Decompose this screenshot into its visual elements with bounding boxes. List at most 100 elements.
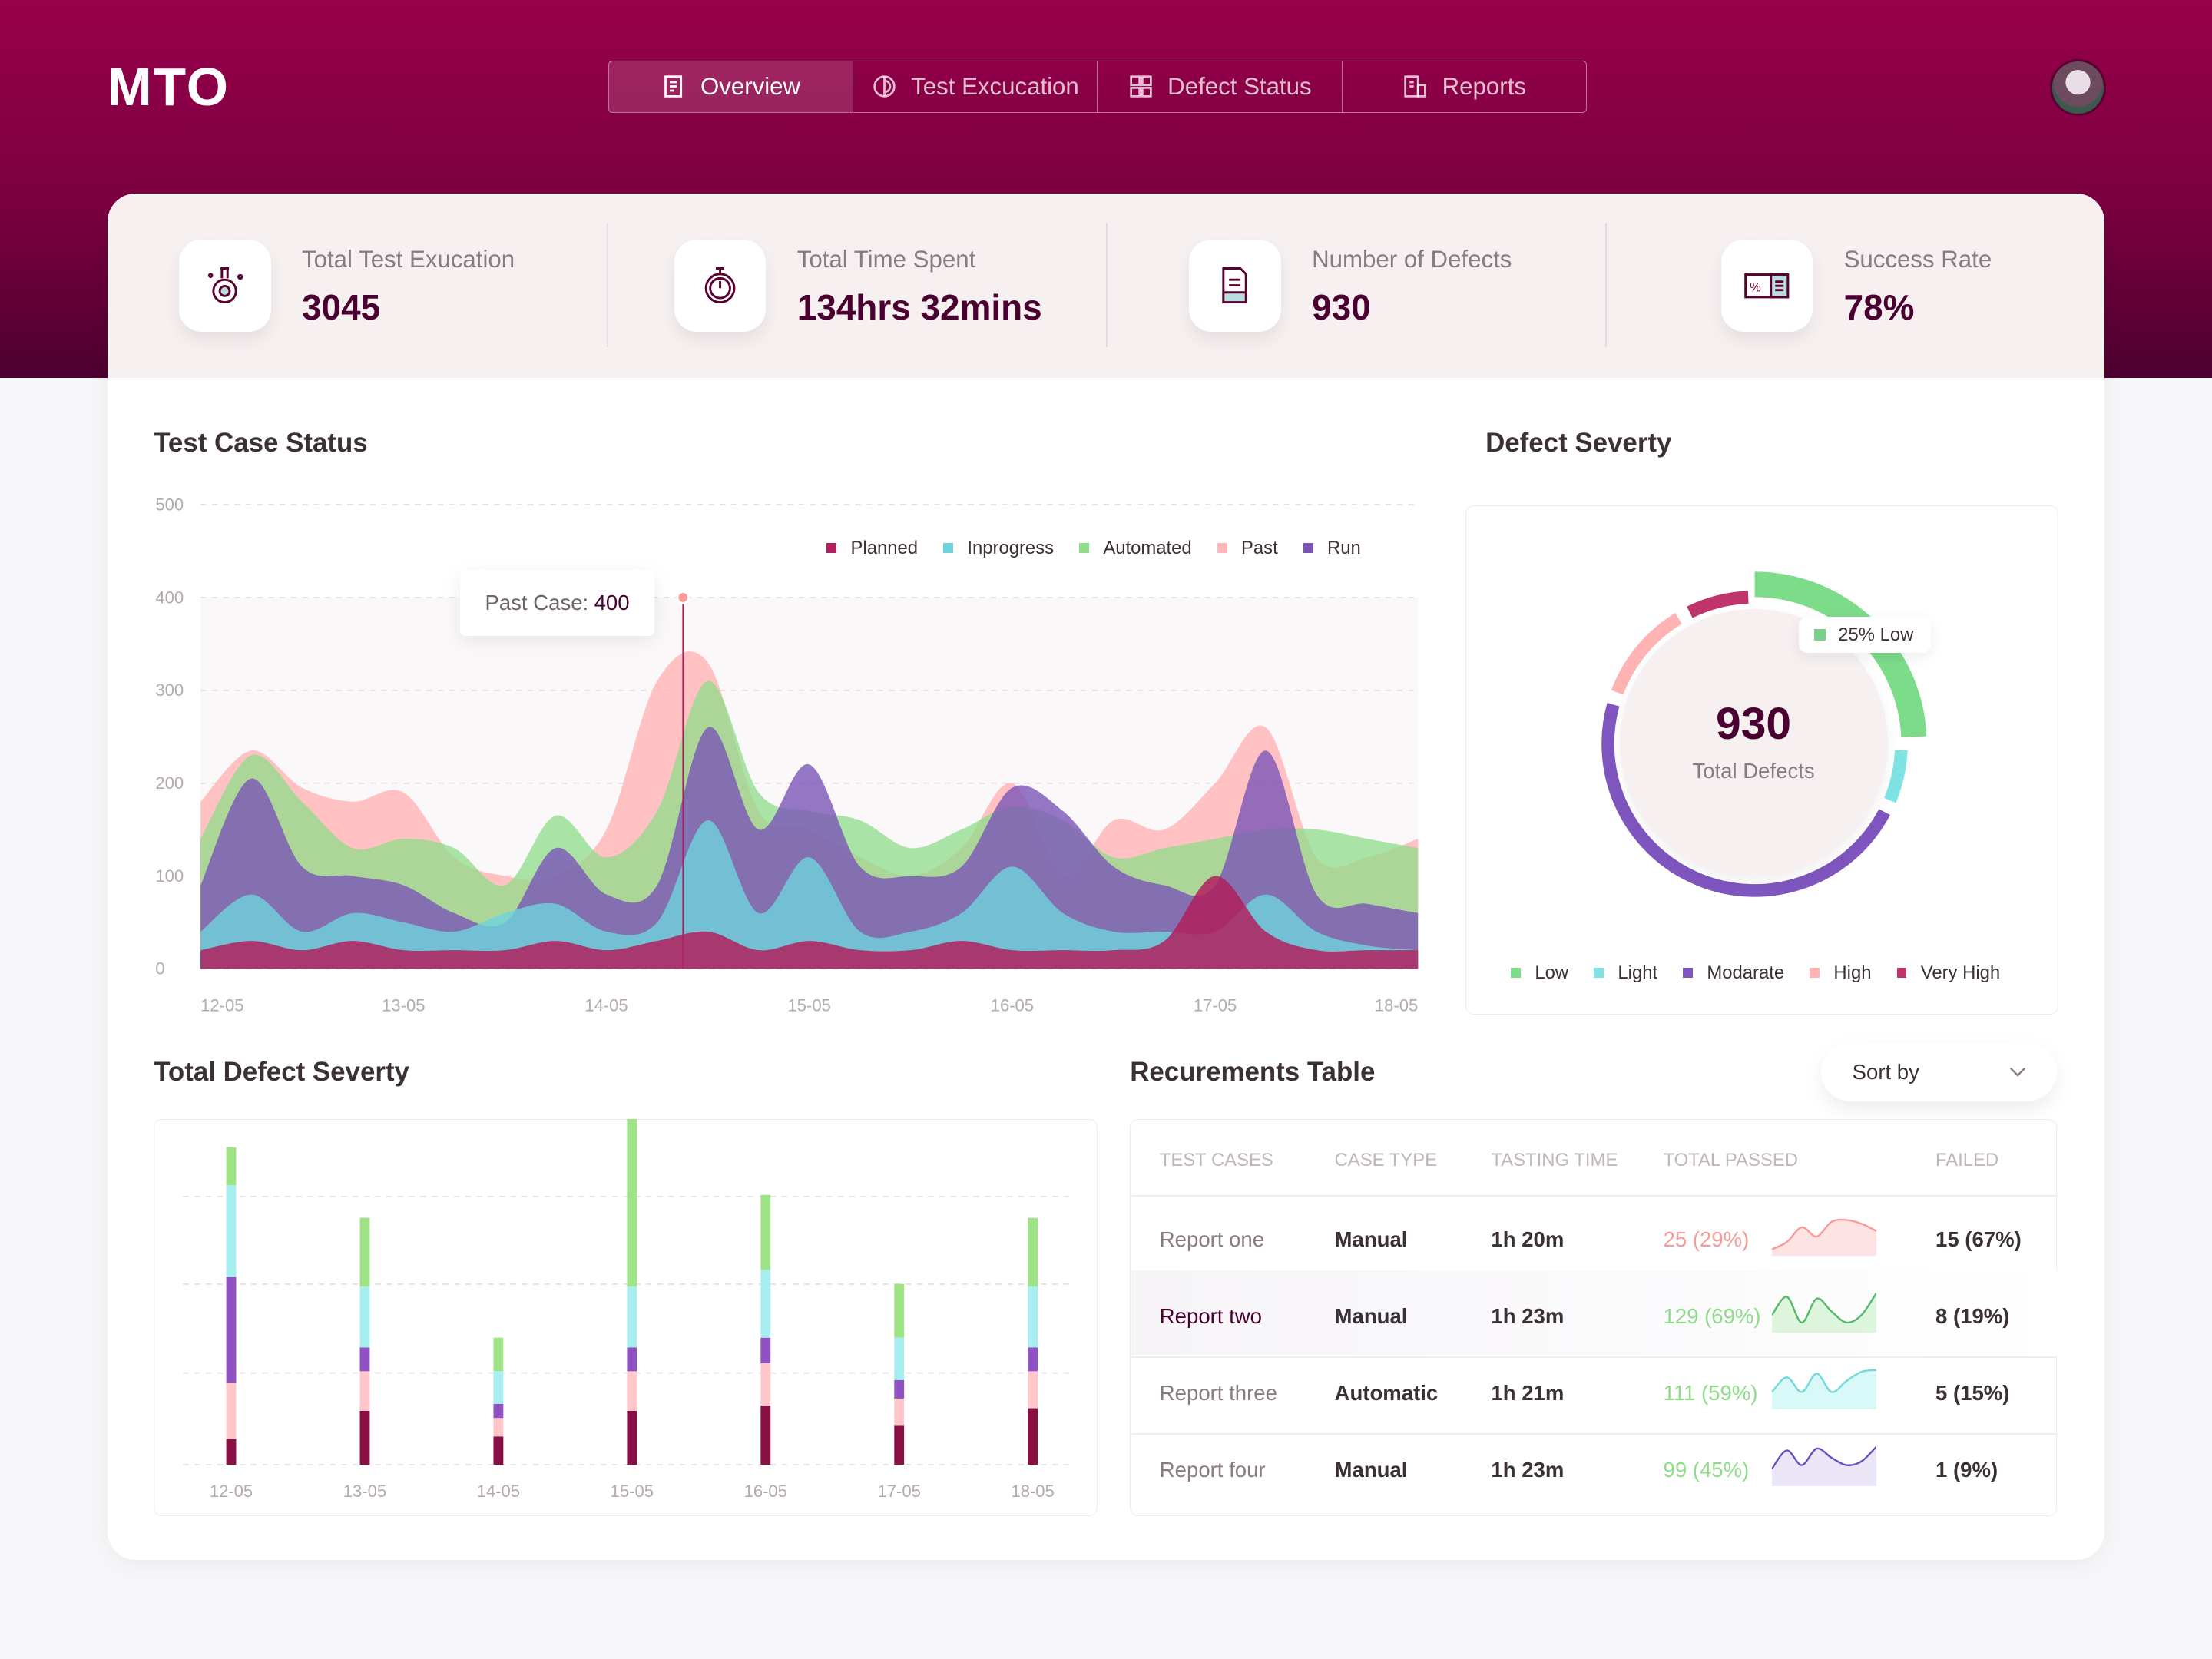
bar-segment-light[interactable] [226,1184,237,1277]
legend-swatch [1896,968,1907,979]
y-tick-label: 300 [155,681,184,700]
cell-test-case[interactable]: Report three [1160,1381,1277,1406]
legend-label: Low [1535,962,1569,983]
tab-label: Overview [700,72,801,100]
column-header[interactable]: TOTAL PASSED [1664,1150,1798,1171]
legend-item[interactable]: Very High [1896,962,2001,984]
cell-testing-time: 1h 21m [1491,1381,1565,1406]
bar-segment-very-high[interactable] [359,1410,370,1465]
trend-sparkline [1771,1445,1876,1486]
bar-segment-modarate[interactable] [760,1337,771,1363]
sparkline-fill [1771,1293,1876,1333]
cell-failed: 1 (9%) [1936,1458,1998,1482]
legend-label: Very High [1920,962,2001,983]
logo[interactable]: MTO [108,56,230,118]
bar-segment-high[interactable] [1028,1370,1038,1409]
bar-segment-high[interactable] [627,1370,637,1411]
column-header[interactable]: FAILED [1936,1150,1998,1171]
bar-segment-very-high[interactable] [760,1405,771,1465]
half-circle-icon [873,75,896,98]
bar-segment-light[interactable] [894,1337,905,1380]
tab-test-execution[interactable]: Test Excucation [853,61,1098,112]
cell-failed: 5 (15%) [1936,1381,2010,1406]
bar-segment-low[interactable] [1028,1217,1038,1286]
bar-segment-low[interactable] [627,1118,637,1286]
legend-swatch [1683,968,1694,979]
sort-by-dropdown[interactable]: Sort by [1821,1042,2057,1102]
bar-segment-high[interactable] [493,1417,504,1436]
stat-value: 3045 [302,286,381,327]
bar-segment-modarate[interactable] [359,1346,370,1371]
stat-label: Number of Defects [1312,245,1512,273]
x-tick-label: 12-05 [200,996,243,1015]
hover-point[interactable] [676,591,690,605]
legend-item[interactable]: Low [1511,962,1568,984]
bar-segment-low[interactable] [359,1217,370,1286]
bar-segment-light[interactable] [359,1286,370,1347]
tab-overview[interactable]: Overview [608,61,854,112]
bar-segment-high[interactable] [359,1370,370,1411]
cell-test-case[interactable]: Report four [1160,1458,1266,1482]
x-tick-label: 13-05 [382,996,425,1015]
stat-value: 134hrs 32mins [796,286,1042,327]
flask-gear-icon [179,240,271,332]
legend-item[interactable]: High [1810,962,1872,984]
cell-total-passed: 129 (69%) [1663,1304,1761,1329]
y-tick-label: 100 [155,866,184,886]
bar-segment-high[interactable] [894,1398,905,1425]
total-defect-severity-chart: 12-05 13-05 14-05 15-05 16-05 17-05 18-05 [183,1118,1070,1501]
x-tick-label: 16-05 [990,996,1033,1015]
legend-item[interactable]: Light [1594,962,1657,984]
bar-segment-light[interactable] [493,1370,504,1404]
bar-segment-low[interactable] [226,1147,237,1185]
divider [1131,1433,2057,1435]
column-header[interactable]: TASTING TIME [1491,1150,1618,1171]
bar-segment-low[interactable] [760,1194,771,1270]
bar-segment-modarate[interactable] [894,1379,905,1399]
bar-segment-modarate[interactable] [1028,1346,1038,1371]
legend-label: High [1833,962,1872,983]
tab-label: Reports [1442,72,1526,100]
user-avatar[interactable] [2049,59,2107,116]
bar-segment-very-high[interactable] [627,1410,637,1465]
legend-item[interactable]: Modarate [1683,962,1784,984]
x-tick-label: 18-05 [1375,996,1418,1015]
trend-sparkline [1771,1369,1876,1409]
tab-reports[interactable]: Reports [1343,61,1586,112]
bar-segment-low[interactable] [493,1337,504,1371]
cell-case-type: Manual [1334,1304,1408,1329]
bar-segment-low[interactable] [894,1283,905,1338]
bar-segment-light[interactable] [1028,1286,1038,1347]
bar-segment-high[interactable] [226,1382,237,1439]
cell-total-passed: 25 (29%) [1663,1227,1750,1251]
bar-segment-very-high[interactable] [894,1424,905,1465]
x-tick-label: 17-05 [878,1482,921,1501]
bar-segment-very-high[interactable] [493,1435,504,1465]
legend-swatch [1594,968,1604,979]
tab-defect-status[interactable]: Defect Status [1098,61,1343,112]
divider [1131,1356,2057,1358]
stats-strip: Total Test Exucation 3045 Total Time Spe… [107,193,2105,379]
y-tick-label: 400 [155,588,184,608]
bar-segment-very-high[interactable] [1028,1408,1038,1465]
column-header[interactable]: CASE TYPE [1335,1150,1438,1171]
bar-segment-light[interactable] [760,1269,771,1338]
total-defect-severity-title: Total Defect Severty [154,1056,409,1087]
bar-segment-light[interactable] [627,1286,637,1347]
test-case-status-chart: 0 100 200 300 400 500 12-05 13-05 14-05 15-05 16-0… [155,495,1418,1015]
bar-segment-modarate[interactable] [226,1277,237,1382]
bar-segment-very-high[interactable] [226,1439,237,1465]
cell-total-passed: 111 (59%) [1663,1381,1758,1406]
column-header[interactable]: TEST CASES [1160,1150,1273,1171]
svg-text:%: % [1750,280,1761,294]
bar-segment-high[interactable] [760,1363,771,1406]
bar-segment-modarate[interactable] [627,1346,637,1371]
cell-test-case[interactable]: Report two [1160,1304,1262,1329]
x-tick-label: 12-05 [210,1482,253,1501]
bar-segment-modarate[interactable] [493,1403,504,1418]
cell-test-case[interactable]: Report one [1160,1227,1264,1252]
defect-severity-title: Defect Severty [1485,427,1672,458]
donut-slice-light[interactable] [1884,749,1908,803]
trend-sparkline [1771,1292,1876,1333]
donut-legend: Low Light Modarate High Very High [1511,962,2000,984]
